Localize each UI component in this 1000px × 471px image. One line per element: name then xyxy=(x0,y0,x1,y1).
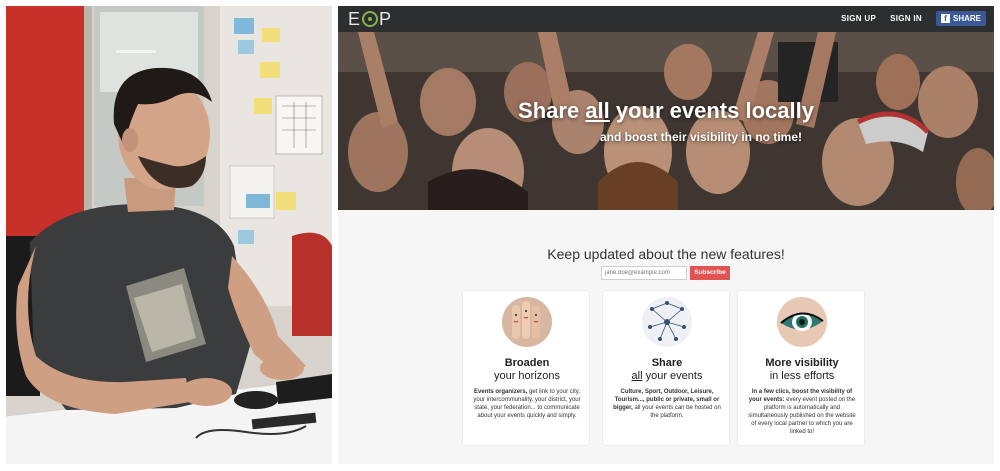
newsletter-form: Subscribe xyxy=(601,266,730,280)
feature-desc-1: Events organizers, get link to your city… xyxy=(471,388,583,420)
share-label: SHARE xyxy=(952,14,981,23)
eop-website-screenshot: E P SIGN UP SIGN IN f SHARE Share all yo… xyxy=(338,6,994,464)
hero-subtitle: and boost their visibility in no time! xyxy=(338,130,994,144)
facebook-share-button[interactable]: f SHARE xyxy=(935,11,986,26)
sign-in-link[interactable]: SIGN IN xyxy=(890,14,922,23)
newsletter-title: Keep updated about the new features! xyxy=(547,246,785,262)
logo-letter-p: P xyxy=(379,8,393,29)
fingers-faces-image xyxy=(502,297,552,347)
hero-title: Share all your events locally xyxy=(338,98,994,124)
logo-o-icon xyxy=(362,11,379,27)
main-content: Keep updated about the new features! Sub… xyxy=(338,210,994,464)
logo-letter-e: E xyxy=(348,8,362,29)
feature-card-share: Share all your events Culture, Sport, Ou… xyxy=(602,290,730,446)
subscribe-button[interactable]: Subscribe xyxy=(690,266,730,280)
network-image xyxy=(642,297,692,347)
top-navbar: E P SIGN UP SIGN IN f SHARE xyxy=(338,6,994,32)
email-input[interactable] xyxy=(601,266,687,280)
hero-banner: Share all your events locally and boost … xyxy=(338,32,994,210)
feature-card-visibility: More visibility in less efforts In a few… xyxy=(737,290,865,446)
feature-desc-3: In a few clics, boost the visibility of … xyxy=(746,388,858,436)
feature-desc-2: Culture, Sport, Outdoor, Leisure, Touris… xyxy=(611,388,723,420)
feature-card-broaden: Broaden your horizons Events organizers,… xyxy=(462,290,590,446)
hero-subtitle-text: and boost their visibility in no time! xyxy=(599,130,802,144)
feature-desc-1-bold: Events organizers, xyxy=(474,389,528,395)
feature-subtitle-2-rest: your events xyxy=(642,370,703,382)
sign-up-link[interactable]: SIGN UP xyxy=(841,14,876,23)
eye-makeup-image xyxy=(777,297,827,347)
feature-subtitle-2-underlined: all xyxy=(631,370,643,382)
feature-title-1: Broaden xyxy=(504,357,550,369)
feature-subtitle-2: all your events xyxy=(603,370,731,382)
hero-title-post: your events locally xyxy=(609,98,814,123)
nav-links: SIGN UP SIGN IN f SHARE xyxy=(841,11,986,26)
hero-title-pre: Share xyxy=(518,98,586,123)
hero-title-underlined: all xyxy=(585,98,610,123)
feature-desc-2-rest: all your events can be hosted on the pla… xyxy=(632,405,721,419)
person-at-desk-photo xyxy=(6,6,332,464)
feature-subtitle-3: in less efforts xyxy=(769,370,835,382)
feature-title-2: Share xyxy=(651,357,683,369)
facebook-icon: f xyxy=(940,14,950,23)
eop-logo[interactable]: E P xyxy=(348,9,392,29)
feature-title-3: More visibility xyxy=(765,357,839,369)
feature-subtitle-1: your horizons xyxy=(493,370,561,382)
composite-screenshot: E P SIGN UP SIGN IN f SHARE Share all yo… xyxy=(0,0,1000,471)
